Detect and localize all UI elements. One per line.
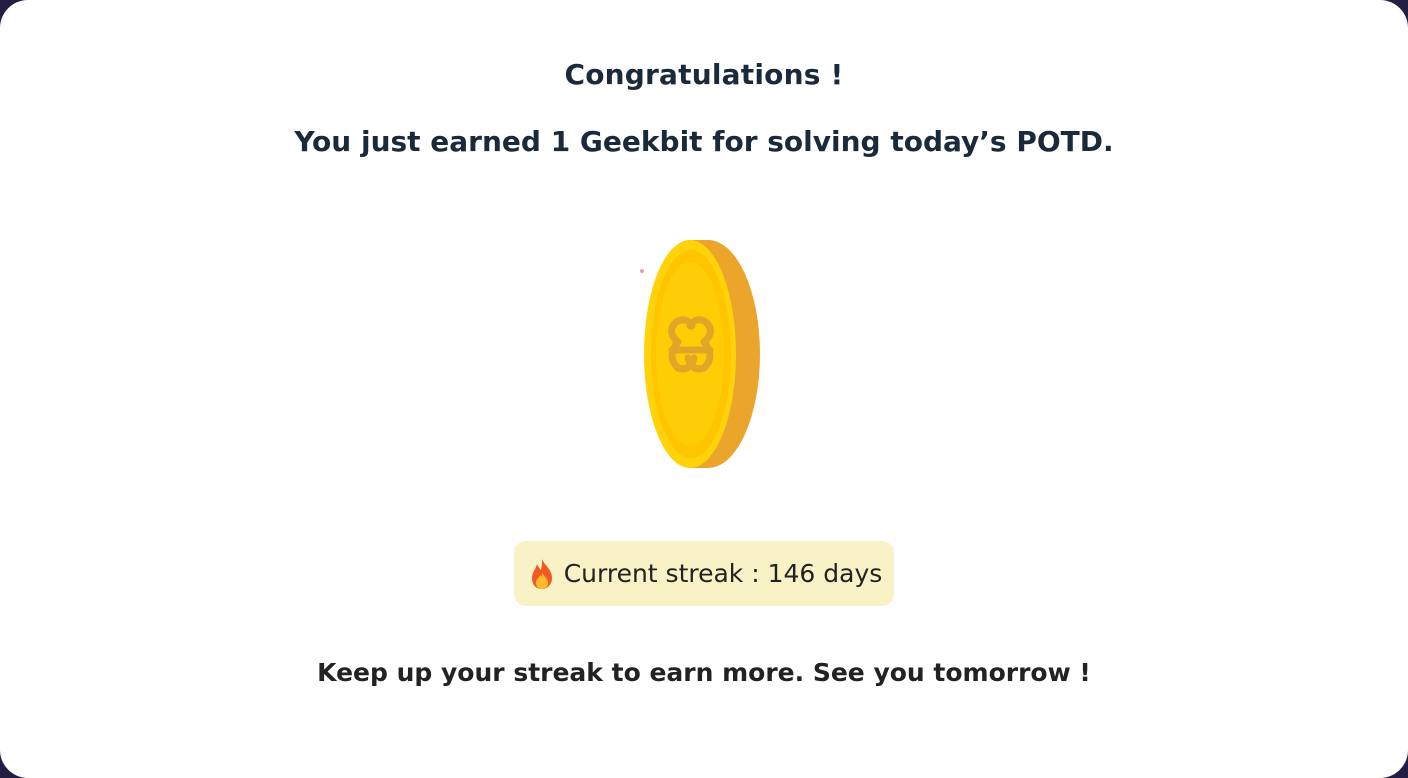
geekbit-coin-icon [620,232,780,480]
footer-message: Keep up your streak to earn more. See yo… [317,658,1091,687]
modal-title: Congratulations ! [564,58,844,91]
modal-subtitle: You just earned 1 Geekbit for solving to… [294,125,1114,158]
fire-icon [526,557,558,591]
geekbit-reward-modal: Congratulations ! You just earned 1 Geek… [0,0,1408,778]
streak-text: Current streak : 146 days [563,559,883,588]
current-streak-badge: Current streak : 146 days [514,541,894,606]
